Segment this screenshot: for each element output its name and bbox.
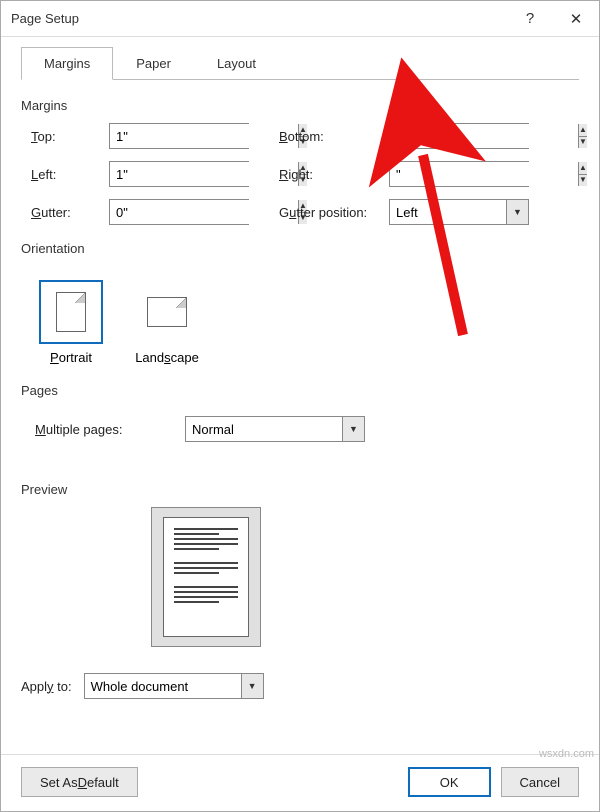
margins-section-label: Margins xyxy=(21,98,579,113)
left-label: Left: xyxy=(31,167,109,182)
multi-pages-dd-btn[interactable]: ▼ xyxy=(342,417,364,441)
watermark: wsxdn.com xyxy=(539,748,594,760)
apply-to-value: Whole document xyxy=(85,679,241,694)
apply-to-dd-btn[interactable]: ▼ xyxy=(241,674,263,698)
cancel-button[interactable]: Cancel xyxy=(501,767,579,797)
preview-box xyxy=(151,507,261,647)
set-default-button[interactable]: Set As Default xyxy=(21,767,138,797)
right-spin-down[interactable]: ▼ xyxy=(579,175,587,187)
bottom-spin-btns: ▲ ▼ xyxy=(578,124,587,148)
multi-pages-value: Normal xyxy=(186,422,342,437)
pages-section-label: Pages xyxy=(21,383,579,398)
footer: Set As Default OK Cancel xyxy=(1,754,599,811)
gutter-label: Gutter: xyxy=(31,205,109,220)
multi-pages-label: Multiple pages: xyxy=(35,422,165,437)
apply-to-label: Apply to: xyxy=(21,679,72,694)
gutter-pos-label: Gutter position: xyxy=(279,205,389,220)
right-spinner[interactable]: ▲ ▼ xyxy=(389,161,529,187)
apply-to-dropdown[interactable]: Whole document ▼ xyxy=(84,673,264,699)
bottom-spin-down[interactable]: ▼ xyxy=(579,137,587,149)
bottom-spin-up[interactable]: ▲ xyxy=(579,124,587,137)
bottom-input[interactable] xyxy=(390,124,578,148)
gutter-input[interactable] xyxy=(110,200,298,224)
bottom-label: Bottom: xyxy=(279,129,389,144)
gutter-pos-dd-btn[interactable]: ▼ xyxy=(506,200,528,224)
help-button[interactable]: ? xyxy=(507,1,553,37)
gutter-pos-dropdown[interactable]: Left ▼ xyxy=(389,199,529,225)
left-spinner[interactable]: ▲ ▼ xyxy=(109,161,249,187)
portrait-label: Portrait xyxy=(50,350,92,365)
tab-paper[interactable]: Paper xyxy=(113,47,194,79)
right-label: Right: xyxy=(279,167,389,182)
gutter-spinner[interactable]: ▲ ▼ xyxy=(109,199,249,225)
tab-layout[interactable]: Layout xyxy=(194,47,279,79)
top-label: Top: xyxy=(31,129,109,144)
top-spinner[interactable]: ▲ ▼ xyxy=(109,123,249,149)
preview-page-icon xyxy=(163,517,249,637)
page-setup-dialog: Page Setup ? ✕ Margins Paper Layout Marg… xyxy=(0,0,600,812)
top-input[interactable] xyxy=(110,124,298,148)
orientation-landscape[interactable]: Landscape xyxy=(131,276,203,369)
pages-row: Multiple pages: Normal ▼ xyxy=(35,416,579,442)
left-input[interactable] xyxy=(110,162,298,186)
content-pane: Margins Paper Layout Margins Top: ▲ ▼ Bo… xyxy=(1,37,599,754)
portrait-icon xyxy=(39,280,103,344)
preview-area: Preview xyxy=(21,452,579,647)
right-input[interactable] xyxy=(390,162,578,186)
margins-grid: Top: ▲ ▼ Bottom: ▲ ▼ Left: xyxy=(31,123,579,225)
orientation-portrait[interactable]: Portrait xyxy=(35,276,107,369)
multi-pages-dropdown[interactable]: Normal ▼ xyxy=(185,416,365,442)
gutter-pos-value: Left xyxy=(390,205,506,220)
landscape-label: Landscape xyxy=(135,350,199,365)
apply-row: Apply to: Whole document ▼ xyxy=(21,673,579,699)
tab-margins[interactable]: Margins xyxy=(21,47,113,80)
dialog-title: Page Setup xyxy=(11,11,507,26)
landscape-icon xyxy=(135,280,199,344)
orientation-group: Portrait Landscape xyxy=(35,276,579,369)
orientation-section-label: Orientation xyxy=(21,241,579,256)
preview-section-label: Preview xyxy=(21,482,579,497)
right-spin-up[interactable]: ▲ xyxy=(579,162,587,175)
ok-button[interactable]: OK xyxy=(408,767,491,797)
close-button[interactable]: ✕ xyxy=(553,1,599,37)
right-spin-btns: ▲ ▼ xyxy=(578,162,587,186)
titlebar: Page Setup ? ✕ xyxy=(1,1,599,37)
tab-strip: Margins Paper Layout xyxy=(21,47,579,80)
bottom-spinner[interactable]: ▲ ▼ xyxy=(389,123,529,149)
